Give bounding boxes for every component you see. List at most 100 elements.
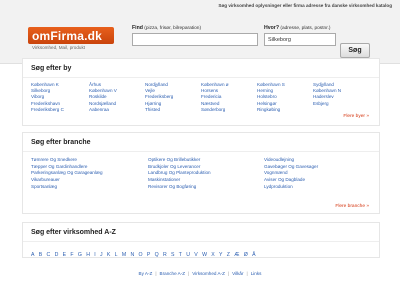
city-link[interactable]: København K: [31, 82, 59, 87]
letter-link[interactable]: Æ: [234, 252, 239, 258]
more-cities-link[interactable]: Flere byer »: [343, 114, 369, 119]
city-link[interactable]: Frederiksberg: [145, 94, 173, 99]
city-link[interactable]: Roskilde: [89, 94, 107, 99]
logo-tagline: Virksomhed, Mail, produkt: [32, 45, 86, 50]
letter-link[interactable]: M: [122, 252, 126, 258]
city-link[interactable]: Horsens: [201, 88, 218, 93]
header: omFirma.dk Virksomhed, Mail, produkt Fin…: [0, 14, 400, 64]
branch-link[interactable]: Videoudlejning: [264, 157, 294, 162]
logo-name: omFirma.dk: [32, 29, 103, 43]
footer-link[interactable]: Vilkår: [232, 271, 243, 276]
footer-link[interactable]: Branche A-Z: [160, 271, 186, 276]
branch-link[interactable]: Brudkjoler Og Leverancer: [148, 164, 200, 169]
city-link[interactable]: Ringkøbing: [257, 107, 280, 112]
city-link[interactable]: Aabenraa: [89, 107, 109, 112]
footer-separator: |: [246, 271, 248, 276]
city-link[interactable]: Nordsjælland: [89, 101, 116, 106]
letter-link[interactable]: V: [194, 252, 197, 258]
branch-link[interactable]: Parkeringsanlæg Og Garageanlæg: [31, 170, 103, 175]
letter-link[interactable]: T: [179, 252, 182, 258]
city-link[interactable]: Herning: [257, 88, 273, 93]
city-link[interactable]: Haderslev: [313, 94, 334, 99]
letter-link[interactable]: E: [63, 252, 66, 258]
city-link[interactable]: Viborg: [31, 94, 44, 99]
letter-link[interactable]: U: [186, 252, 190, 258]
cities-panel: Søg efter by København K Silkeborg Viborg F…: [22, 58, 380, 126]
letter-link[interactable]: H: [86, 252, 90, 258]
city-link[interactable]: Frederiksberg C: [31, 107, 64, 112]
city-link[interactable]: København S: [257, 82, 285, 87]
letter-link[interactable]: Y: [219, 252, 222, 258]
city-link[interactable]: Hjørring: [145, 101, 161, 106]
letter-link[interactable]: O: [139, 252, 143, 258]
letter-link[interactable]: Å: [252, 252, 255, 258]
city-link[interactable]: Frederikshavn: [31, 101, 60, 106]
letter-link[interactable]: N: [130, 252, 134, 258]
footer-link[interactable]: Virksomhed A-Z: [192, 271, 225, 276]
city-link[interactable]: Fredericia: [201, 94, 221, 99]
branch-link[interactable]: Aviser Og Dagblade: [264, 177, 305, 182]
branch-link[interactable]: Tømrere Og Snedkere: [31, 157, 77, 162]
city-link[interactable]: Holstebro: [257, 94, 277, 99]
footer-separator: |: [188, 271, 190, 276]
branch-link[interactable]: Optikere Og Brillebutikker: [148, 157, 200, 162]
where-input[interactable]: [264, 33, 336, 46]
branch-link[interactable]: Vikarbureauer: [31, 177, 60, 182]
city-link[interactable]: København N: [313, 88, 341, 93]
letter-link[interactable]: K: [107, 252, 110, 258]
site-logo[interactable]: omFirma.dk Virksomhed, Mail, produkt: [28, 27, 114, 51]
letter-link[interactable]: D: [55, 252, 59, 258]
letter-link[interactable]: R: [163, 252, 167, 258]
city-link[interactable]: Sønderborg: [201, 107, 225, 112]
letter-link[interactable]: W: [202, 252, 207, 258]
what-label: Find (pizza, frisør, bilreparation): [132, 25, 202, 31]
search-button[interactable]: Søg: [340, 43, 370, 58]
city-link[interactable]: Sydjylland: [313, 82, 334, 87]
az-panel: Søg efter virksomhed A-Z ABCDEFGHIJKLMNO…: [22, 222, 380, 258]
letter-link[interactable]: J: [100, 252, 103, 258]
city-link[interactable]: Helsingør: [257, 101, 277, 106]
branch-link[interactable]: Tæpper Og Gardinhandlere: [31, 164, 87, 169]
city-link[interactable]: Nordjylland: [145, 82, 168, 87]
letter-link[interactable]: B: [39, 252, 42, 258]
letter-link[interactable]: L: [115, 252, 118, 258]
cities-title: Søg efter by: [23, 59, 379, 78]
branch-link[interactable]: Gavebøger Og Gavesager: [264, 164, 318, 169]
city-link[interactable]: Silkeborg: [31, 88, 50, 93]
where-label: Hvor? (adresse, plats, postnr.): [264, 25, 331, 31]
city-link[interactable]: Thisted: [145, 107, 160, 112]
branches-title: Søg efter branche: [23, 133, 379, 152]
letter-link[interactable]: P: [147, 252, 150, 258]
city-link[interactable]: Vejle: [145, 88, 155, 93]
footer-separator: |: [227, 271, 230, 276]
letter-link[interactable]: C: [47, 252, 51, 258]
city-link[interactable]: København V: [89, 88, 117, 93]
branch-link[interactable]: Sportsanlæg: [31, 184, 57, 189]
letter-link[interactable]: Q: [155, 252, 159, 258]
letter-link[interactable]: A: [31, 252, 34, 258]
top-bar: Søg virksomhed oplysninger eller firma a…: [0, 0, 400, 14]
letter-link[interactable]: Z: [227, 252, 230, 258]
letter-link[interactable]: G: [78, 252, 82, 258]
az-title: Søg efter virksomhed A-Z: [23, 223, 379, 242]
what-input[interactable]: [132, 33, 258, 46]
more-branches-link[interactable]: Flere branche »: [335, 204, 369, 209]
site-tagline: Søg virksomhed oplysninger eller firma a…: [218, 3, 392, 8]
letter-link[interactable]: X: [211, 252, 214, 258]
letter-link[interactable]: S: [171, 252, 174, 258]
branch-link[interactable]: Vognmænd: [264, 170, 288, 175]
letter-link[interactable]: F: [70, 252, 73, 258]
branch-link[interactable]: Revisorer Og Bogføring: [148, 184, 196, 189]
branch-link[interactable]: Landbrug Og Planteproduktion: [148, 170, 211, 175]
footer-link[interactable]: By A-Z: [139, 271, 153, 276]
footer-separator: |: [155, 271, 157, 276]
city-link[interactable]: Esbjerg: [313, 101, 329, 106]
branch-link[interactable]: Maskinstationer: [148, 177, 180, 182]
branch-link[interactable]: Lydproduktion: [264, 184, 293, 189]
footer-link[interactable]: Links: [251, 271, 262, 276]
city-link[interactable]: København ø: [201, 82, 229, 87]
city-link[interactable]: Århus: [89, 82, 101, 87]
letter-link[interactable]: Ø: [244, 252, 248, 258]
letter-link[interactable]: I: [94, 252, 95, 258]
city-link[interactable]: Næstved: [201, 101, 219, 106]
